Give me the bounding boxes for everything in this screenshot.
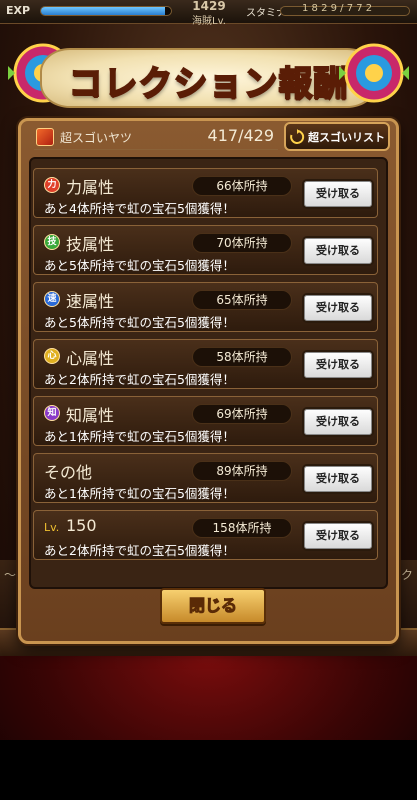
reward-description: あと2体所持で虹の宝石5個獲得！ <box>44 543 235 558</box>
reward-row-power: 力 力属性 66体所持 あと4体所持で虹の宝石5個獲得！ 受け取る <box>33 168 378 218</box>
power-attribute-icon: 力 <box>44 177 60 193</box>
owned-count: 66体所持 <box>192 176 292 196</box>
reward-row-title: 知属性 <box>66 406 115 425</box>
owned-count: 65体所持 <box>192 290 292 310</box>
exp-bar <box>40 6 172 16</box>
dialog-title-banner: コレクション報酬 <box>8 38 409 114</box>
rank-label: 海賊Lv. <box>192 16 226 27</box>
reward-description: あと1体所持で虹の宝石5個獲得！ <box>44 486 235 501</box>
heart-attribute-icon: 心 <box>44 348 60 364</box>
exp-bar-fill <box>41 7 165 15</box>
owned-count: 89体所持 <box>192 461 292 481</box>
reward-row-technique: 技 技属性 70体所持 あと5体所持で虹の宝石5個獲得！ 受け取る <box>33 225 378 275</box>
reward-row-title: 速属性 <box>66 292 115 311</box>
owned-count: 158体所持 <box>192 518 292 538</box>
reward-description: あと5体所持で虹の宝石5個獲得！ <box>44 258 235 273</box>
level-label: Lv. <box>44 521 60 534</box>
super-list-label: 超スゴいリスト <box>308 130 385 144</box>
reward-description: あと4体所持で虹の宝石5個獲得！ <box>44 201 235 216</box>
intellect-attribute-icon: 知 <box>44 405 60 421</box>
level-value: 150 <box>66 516 97 535</box>
receive-button[interactable]: 受け取る <box>302 464 374 494</box>
receive-button[interactable]: 受け取る <box>302 407 374 437</box>
collection-type-name: 超スゴいヤツ <box>60 131 133 145</box>
reward-description: あと1体所持で虹の宝石5個獲得！ <box>44 429 235 444</box>
exp-label: EXP <box>6 4 31 17</box>
collection-count: 417/429 <box>207 126 274 145</box>
receive-button[interactable]: 受け取る <box>302 350 374 380</box>
super-list-button[interactable]: 超スゴいリスト <box>284 122 390 151</box>
speed-attribute-icon: 速 <box>44 291 60 307</box>
reward-row-title: 心属性 <box>66 349 115 368</box>
background-hint-right: ク <box>400 568 413 582</box>
close-button[interactable]: 閉じる <box>160 588 266 624</box>
stamina-value: 1 8 2 9 / 7 7 2 <box>302 3 373 14</box>
reward-row-heart: 心 心属性 58体所持 あと2体所持で虹の宝石5個獲得！ 受け取る <box>33 339 378 389</box>
refresh-icon <box>290 128 305 144</box>
reward-row-other: その他 89体所持 あと1体所持で虹の宝石5個獲得！ 受け取る <box>33 453 378 503</box>
reward-row-level: Lv. 150 158体所持 あと2体所持で虹の宝石5個獲得！ 受け取る <box>33 510 378 560</box>
technique-attribute-icon: 技 <box>44 234 60 250</box>
background-bottom-area <box>0 656 417 800</box>
owned-count: 69体所持 <box>192 404 292 424</box>
reward-row-speed: 速 速属性 65体所持 あと5体所持で虹の宝石5個獲得！ 受け取る <box>33 282 378 332</box>
reward-description: あと2体所持で虹の宝石5個獲得！ <box>44 372 235 387</box>
collection-header: 超スゴいヤツ 417/429 <box>34 124 278 150</box>
receive-button[interactable]: 受け取る <box>302 236 374 266</box>
reward-row-title: 力属性 <box>66 178 115 197</box>
owned-count: 58体所持 <box>192 347 292 367</box>
rainbow-emblem-icon <box>339 43 409 103</box>
reward-row-intellect: 知 知属性 69体所持 あと1体所持で虹の宝石5個獲得！ 受け取る <box>33 396 378 446</box>
receive-button[interactable]: 受け取る <box>302 179 374 209</box>
dialog-title: コレクション報酬 <box>68 63 349 105</box>
reward-row-title: その他 <box>44 463 93 482</box>
reward-row-title: 技属性 <box>66 235 115 254</box>
super-type-icon <box>36 128 54 146</box>
status-bar: EXP 1429 海賊Lv. スタミナ 1 8 2 9 / 7 7 2 <box>0 0 417 27</box>
receive-button[interactable]: 受け取る <box>302 521 374 551</box>
reward-description: あと5体所持で虹の宝石5個獲得！ <box>44 315 235 330</box>
receive-button[interactable]: 受け取る <box>302 293 374 323</box>
owned-count: 70体所持 <box>192 233 292 253</box>
